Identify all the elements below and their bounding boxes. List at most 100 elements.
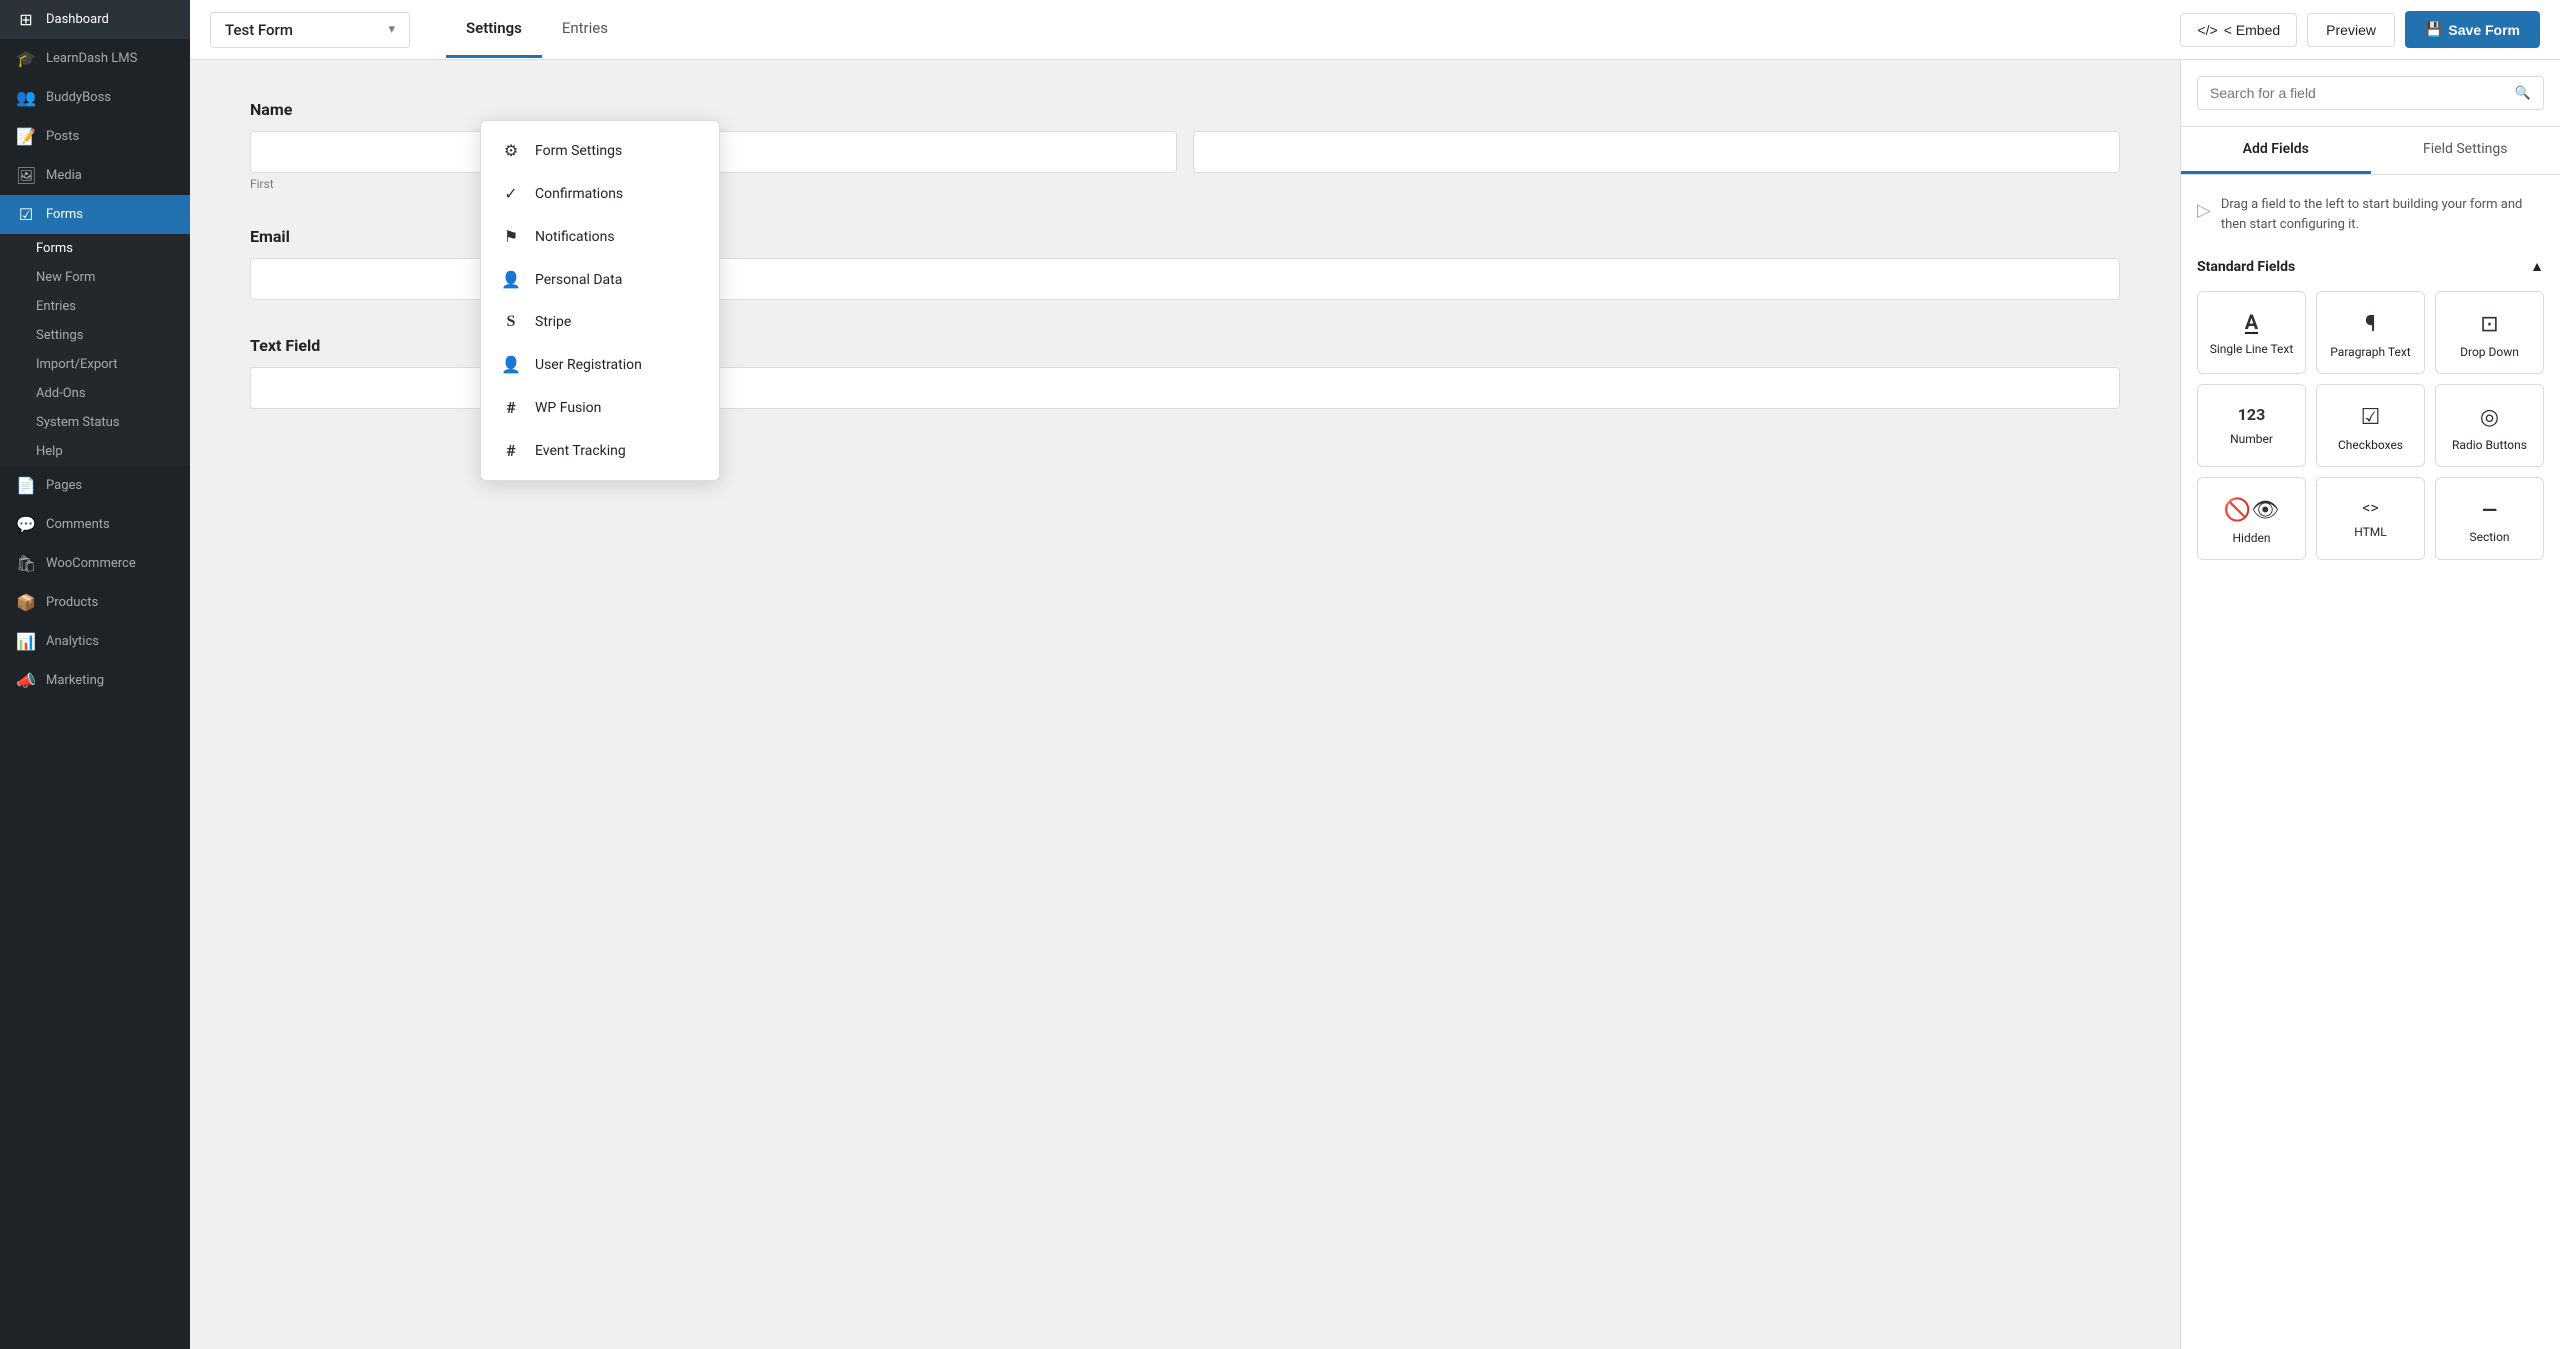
sidebar-item-entries[interactable]: Entries [0, 292, 190, 321]
sidebar-item-settings[interactable]: Settings [0, 321, 190, 350]
sidebar-item-analytics[interactable]: 📊 Analytics [0, 622, 190, 661]
sidebar-item-pages[interactable]: 📄 Pages [0, 466, 190, 505]
sidebar-item-new-form[interactable]: New Form [0, 263, 190, 292]
dropdown-item-notifications[interactable]: ⚑ Notifications [481, 215, 719, 258]
tab-field-settings[interactable]: Field Settings [2371, 127, 2560, 174]
system-status-label: System Status [36, 415, 120, 430]
new-form-label: New Form [36, 270, 95, 285]
topbar: Test Form ▾ Settings Entries </> < Embed… [190, 0, 2560, 60]
sidebar-item-comments[interactable]: 💬 Comments [0, 505, 190, 544]
collapse-icon[interactable]: ▲ [2530, 258, 2544, 275]
woocommerce-icon: 🛍 [16, 554, 36, 573]
entries-label: Entries [36, 299, 76, 314]
import-export-label: Import/Export [36, 357, 118, 372]
comments-icon: 💬 [16, 515, 36, 534]
dropdown-item-confirmations[interactable]: ✓ Confirmations [481, 172, 719, 215]
main-area: Test Form ▾ Settings Entries </> < Embed… [190, 0, 2560, 1349]
name-last-wrap [1193, 131, 2120, 191]
hidden-icon: 🚫👁 [2224, 498, 2279, 523]
tab-add-fields[interactable]: Add Fields [2181, 127, 2371, 174]
dropdown-item-personal-data[interactable]: 👤 Personal Data [481, 258, 719, 301]
sidebar-item-posts[interactable]: 📝 Posts [0, 117, 190, 156]
single-line-text-icon: A [2245, 312, 2258, 334]
forms-list-label: Forms [36, 241, 73, 256]
sidebar-item-label: Dashboard [46, 12, 109, 27]
wp-fusion-icon: # [501, 398, 521, 417]
sidebar-item-add-ons[interactable]: Add-Ons [0, 379, 190, 408]
sidebar-item-learndash[interactable]: 🎓 LearnDash LMS [0, 39, 190, 78]
sidebar-item-forms[interactable]: ☑ Forms [0, 195, 190, 234]
dropdown-item-stripe[interactable]: S Stripe [481, 301, 719, 343]
field-card-paragraph-text[interactable]: ¶ Paragraph Text [2316, 291, 2425, 374]
drop-down-icon: ⊡ [2480, 312, 2498, 337]
preview-button[interactable]: Preview [2307, 13, 2395, 47]
user-reg-icon: 👤 [501, 355, 521, 374]
sidebar-item-label: Marketing [46, 673, 104, 688]
dropdown-label: Personal Data [535, 272, 622, 288]
right-panel: 🔍 Add Fields Field Settings ▷ Drag a fie… [2180, 60, 2560, 1349]
sidebar-item-forms-list[interactable]: Forms [0, 234, 190, 263]
drag-hint: ▷ Drag a field to the left to start buil… [2197, 195, 2544, 234]
dropdown-item-wp-fusion[interactable]: # WP Fusion [481, 386, 719, 429]
sidebar-item-help[interactable]: Help [0, 437, 190, 466]
sidebar-item-import-export[interactable]: Import/Export [0, 350, 190, 379]
forms-submenu: Forms New Form Entries Settings Import/E… [0, 234, 190, 466]
section-icon: — [2482, 498, 2497, 522]
forms-icon: ☑ [16, 205, 36, 224]
help-label: Help [36, 444, 63, 459]
save-form-button[interactable]: 💾 Save Form [2405, 11, 2540, 48]
embed-icon: </> [2197, 22, 2217, 38]
sidebar-item-system-status[interactable]: System Status [0, 408, 190, 437]
field-card-number[interactable]: 123 Number [2197, 384, 2306, 467]
sidebar-item-woocommerce[interactable]: 🛍 WooCommerce [0, 544, 190, 583]
topbar-actions: </> < Embed Preview 💾 Save Form [2180, 11, 2540, 48]
dropdown-label: Event Tracking [535, 443, 626, 459]
sidebar-item-buddyboss[interactable]: 👥 BuddyBoss [0, 78, 190, 117]
analytics-icon: 📊 [16, 632, 36, 651]
marketing-icon: 📣 [16, 671, 36, 690]
sidebar: ⊞ Dashboard 🎓 LearnDash LMS 👥 BuddyBoss … [0, 0, 190, 1349]
field-card-hidden[interactable]: 🚫👁 Hidden [2197, 477, 2306, 560]
sidebar-item-media[interactable]: 🖼 Media [0, 156, 190, 195]
save-icon: 💾 [2425, 21, 2442, 38]
tab-entries[interactable]: Entries [542, 1, 628, 58]
sidebar-item-label: LearnDash LMS [46, 51, 137, 66]
embed-button[interactable]: </> < Embed [2180, 13, 2297, 47]
radio-buttons-icon: ◎ [2480, 405, 2499, 430]
sidebar-item-marketing[interactable]: 📣 Marketing [0, 661, 190, 700]
dropdown-label: Form Settings [535, 143, 622, 159]
dropdown-item-form-settings[interactable]: ⚙ Form Settings [481, 129, 719, 172]
field-card-section[interactable]: — Section [2435, 477, 2544, 560]
tab-settings[interactable]: Settings [446, 1, 542, 58]
right-panel-body: ▷ Drag a field to the left to start buil… [2181, 175, 2560, 1349]
field-label-name: Name [250, 100, 2120, 119]
sidebar-item-label: BuddyBoss [46, 90, 111, 105]
sidebar-item-label: Analytics [46, 634, 99, 649]
sidebar-item-dashboard[interactable]: ⊞ Dashboard [0, 0, 190, 39]
field-card-drop-down[interactable]: ⊡ Drop Down [2435, 291, 2544, 374]
html-icon: <> [2362, 498, 2379, 517]
name-last-input[interactable] [1193, 131, 2120, 173]
sidebar-item-label: Comments [46, 517, 110, 532]
dropdown-item-user-registration[interactable]: 👤 User Registration [481, 343, 719, 386]
field-card-radio-buttons[interactable]: ◎ Radio Buttons [2435, 384, 2544, 467]
products-icon: 📦 [16, 593, 36, 612]
checkboxes-icon: ☑ [2361, 405, 2381, 430]
field-card-checkboxes[interactable]: ☑ Checkboxes [2316, 384, 2425, 467]
field-card-html[interactable]: <> HTML [2316, 477, 2425, 560]
dropdown-label: User Registration [535, 357, 642, 373]
field-card-single-line-text[interactable]: A Single Line Text [2197, 291, 2306, 374]
event-tracking-icon: # [501, 441, 521, 460]
dropdown-label: Stripe [535, 314, 571, 330]
form-selector[interactable]: Test Form ▾ [210, 12, 410, 48]
buddyboss-icon: 👥 [16, 88, 36, 107]
sidebar-item-products[interactable]: 📦 Products [0, 583, 190, 622]
dropdown-item-event-tracking[interactable]: # Event Tracking [481, 429, 719, 472]
search-input[interactable] [2210, 85, 2507, 101]
standard-fields-header: Standard Fields ▲ [2197, 258, 2544, 275]
paragraph-text-icon: ¶ [2365, 312, 2376, 337]
settings-label: Settings [36, 328, 83, 343]
cursor-icon: ▷ [2197, 197, 2211, 224]
dropdown-label: WP Fusion [535, 400, 601, 416]
search-icon: 🔍 [2515, 86, 2531, 101]
